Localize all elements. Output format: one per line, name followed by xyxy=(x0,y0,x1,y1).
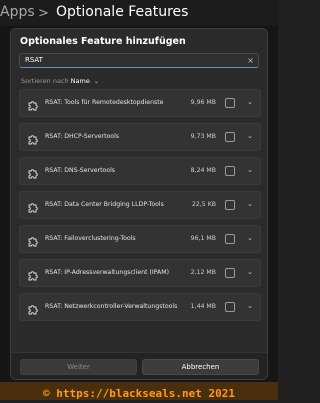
feature-name: RSAT: IP-Adressverwaltungsclient (IPAM) xyxy=(45,269,169,276)
chevron-down-icon[interactable]: ⌄ xyxy=(247,302,253,310)
feature-size: 96,1 MB xyxy=(190,235,216,242)
feature-checkbox[interactable] xyxy=(225,98,235,108)
puzzle-icon xyxy=(27,165,39,179)
feature-name: RSAT: Data Center Bridging LLDP-Tools xyxy=(45,201,164,208)
feature-checkbox[interactable] xyxy=(225,166,235,176)
watermark: © https://blackseals.net 2021 xyxy=(0,382,278,400)
feature-checkbox[interactable] xyxy=(225,132,235,142)
breadcrumb-separator: > xyxy=(38,6,49,21)
feature-size: 9,73 MB xyxy=(190,133,216,140)
chevron-down-icon[interactable]: ⌄ xyxy=(247,166,253,174)
chevron-down-icon[interactable]: ⌄ xyxy=(247,234,253,242)
chevron-down-icon: ⌄ xyxy=(93,78,99,85)
feature-checkbox[interactable] xyxy=(225,234,235,244)
next-button[interactable]: Weiter xyxy=(20,359,137,375)
feature-name: RSAT: Netzwerkcontroller-Verwaltungstool… xyxy=(45,303,178,310)
chevron-down-icon[interactable]: ⌄ xyxy=(247,200,253,208)
feature-checkbox[interactable] xyxy=(225,268,235,278)
feature-size: 8,24 MB xyxy=(190,167,216,174)
breadcrumb-apps[interactable]: Apps xyxy=(0,4,35,20)
app-header: Apps > Optionale Features xyxy=(0,0,278,26)
feature-row[interactable]: RSAT: DNS-Servertools 8,24 MB ⌄ xyxy=(19,157,261,185)
puzzle-icon xyxy=(27,97,39,111)
feature-checkbox[interactable] xyxy=(225,200,235,210)
feature-row[interactable]: RSAT: Tools für Remotedesktopdienste 9,96… xyxy=(19,89,261,117)
page-title: Optionale Features xyxy=(56,4,189,20)
feature-size: 9,96 MB xyxy=(190,99,216,106)
puzzle-icon xyxy=(27,301,39,315)
feature-name: RSAT: DHCP-Servertools xyxy=(45,133,120,140)
puzzle-icon xyxy=(27,267,39,281)
feature-size: 22,5 KB xyxy=(191,201,216,208)
sort-dropdown[interactable]: Sortieren nach Name ⌄ xyxy=(21,77,99,85)
search-input[interactable]: RSAT × xyxy=(19,53,259,68)
dialog-footer: Weiter Abbrechen xyxy=(11,352,267,379)
feature-row[interactable]: RSAT: Failoverclustering-Tools 96,1 MB ⌄ xyxy=(19,225,261,253)
feature-checkbox[interactable] xyxy=(225,302,235,312)
puzzle-icon xyxy=(27,199,39,213)
feature-row[interactable]: RSAT: IP-Adressverwaltungsclient (IPAM) 2… xyxy=(19,259,261,287)
add-optional-feature-dialog: Optionales Feature hinzufügen RSAT × Sor… xyxy=(10,28,268,380)
chevron-down-icon[interactable]: ⌄ xyxy=(247,132,253,140)
feature-name: RSAT: Failoverclustering-Tools xyxy=(45,235,136,242)
chevron-down-icon[interactable]: ⌄ xyxy=(247,268,253,276)
search-value: RSAT xyxy=(25,56,43,64)
chevron-down-icon[interactable]: ⌄ xyxy=(247,98,253,106)
feature-name: RSAT: Tools für Remotedesktopdienste xyxy=(45,99,164,106)
feature-name: RSAT: DNS-Servertools xyxy=(45,167,116,174)
puzzle-icon xyxy=(27,131,39,145)
watermark-text: © https://blackseals.net 2021 xyxy=(42,387,236,400)
feature-row[interactable]: RSAT: Netzwerkcontroller-Verwaltungstool… xyxy=(19,293,261,321)
cancel-button[interactable]: Abbrechen xyxy=(142,359,259,375)
puzzle-icon xyxy=(27,233,39,247)
sort-label: Sortieren nach xyxy=(21,77,69,85)
feature-row[interactable]: RSAT: Data Center Bridging LLDP-Tools 22,… xyxy=(19,191,261,219)
sort-value: Name xyxy=(70,77,90,85)
dialog-title: Optionales Feature hinzufügen xyxy=(20,36,186,47)
feature-size: 1,44 MB xyxy=(190,303,216,310)
close-icon[interactable]: × xyxy=(247,55,254,66)
feature-row[interactable]: RSAT: DHCP-Servertools 9,73 MB ⌄ xyxy=(19,123,261,151)
feature-size: 2,12 MB xyxy=(190,269,216,276)
